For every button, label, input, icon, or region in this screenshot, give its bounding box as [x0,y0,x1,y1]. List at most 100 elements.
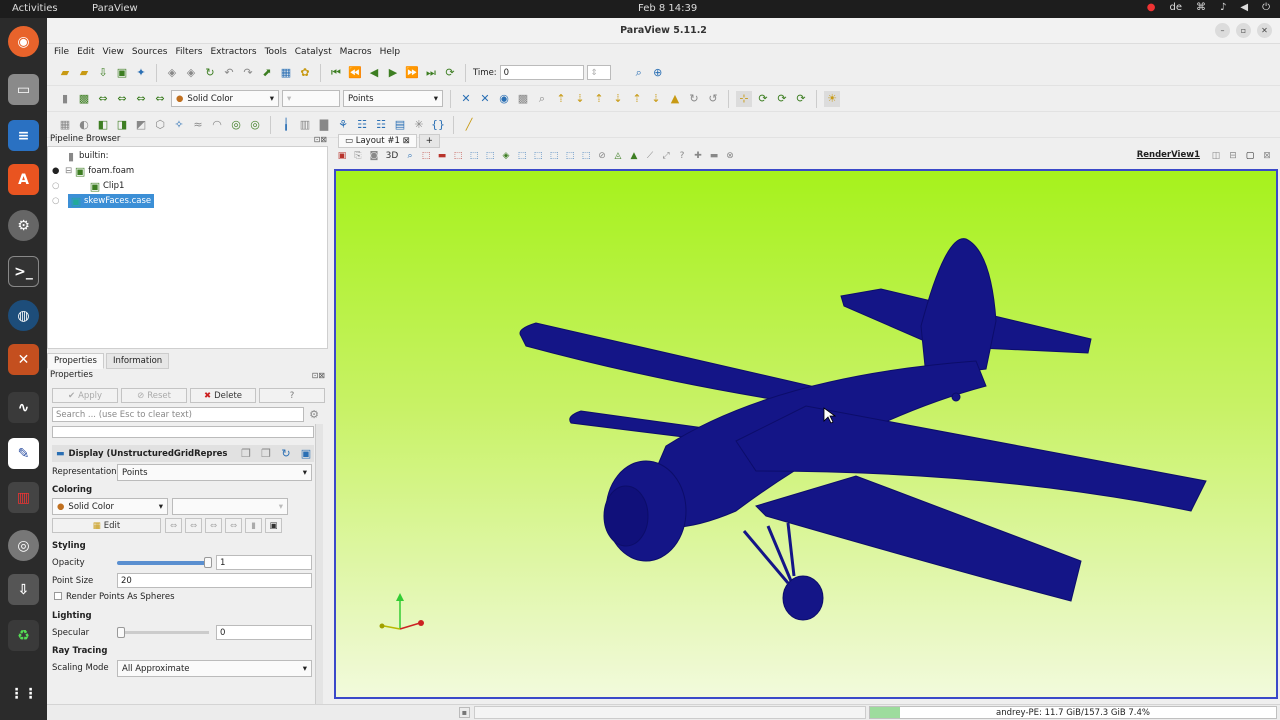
query-icon[interactable]: ⤢ [659,149,673,163]
rescale-icon[interactable]: ⇔ [165,518,182,533]
calculator-icon[interactable]: ▦ [57,117,73,133]
copy-icon[interactable]: ❐ [238,446,254,462]
zoom-data-icon[interactable]: ⊕ [650,65,666,81]
filter-field[interactable] [52,426,314,438]
reset-camera-icon[interactable]: ⇔ [95,91,111,107]
files-icon[interactable]: ▭ [8,74,39,105]
component-dropdown[interactable]: ▾ [172,498,288,515]
pipeline-browser[interactable]: ▮ builtin: ● ⊟ ▣ foam.foam ○ ▣ Clip1 ○ ▣… [47,146,328,349]
select-frustum-icon[interactable]: ⬚ [451,149,465,163]
pipeline-item-foam[interactable]: ● ⊟ ▣ foam.foam [52,164,134,178]
eye-icon[interactable]: ● [52,166,62,176]
maximize-icon[interactable]: ▫ [1236,23,1251,38]
plus-z-icon[interactable]: ⇡ [629,91,645,107]
play-icon[interactable]: ▶ [385,65,401,81]
select-cmap-icon[interactable]: ▣ [265,518,282,533]
camera-link-icon[interactable]: ⎘ [351,149,365,163]
firefox-icon[interactable]: ◉ [8,26,39,57]
split-v-icon[interactable]: ⊟ [1226,149,1240,163]
network-icon[interactable]: ⌘ [1196,2,1206,13]
output-icon[interactable]: ▪ [459,707,470,718]
component-select[interactable]: ▾ [282,90,340,107]
tab-layout-1[interactable]: ▭ Layout #1 ⊠ [338,134,417,148]
trash-icon[interactable]: ♻ [8,620,39,651]
refresh-icon[interactable]: ↻ [278,446,294,462]
usb-icon[interactable]: ⇩ [8,574,39,605]
triangle-icon[interactable]: ▲ [627,149,641,163]
remove-icon[interactable]: ▬ [707,149,721,163]
edit-colormap-button[interactable]: ▦ Edit [52,518,161,533]
paraview-active-icon[interactable]: ▥ [8,482,39,513]
activities-button[interactable]: Activities [12,3,58,14]
disc-icon[interactable]: ◎ [8,530,39,561]
point-size-input[interactable]: 20 [117,573,312,588]
pipeline-item-builtin[interactable]: ▮ builtin: [66,149,108,163]
glyph-icon[interactable]: ✧ [171,117,187,133]
coloring-dropdown[interactable]: ● Solid Color ▾ [52,498,168,515]
spreadsheet-icon[interactable]: ▤ [392,117,408,133]
maximize-view-icon[interactable]: ▢ [1243,149,1257,163]
volume-icon[interactable]: ◀ [1240,2,1248,13]
save-state-icon[interactable]: ▣ [114,65,130,81]
power-icon[interactable]: ⏻ [1262,2,1270,13]
cam-roll-icon[interactable]: ⟳ [793,91,809,107]
menu-sources[interactable]: Sources [132,47,168,57]
save-icon[interactable]: ▣ [298,446,314,462]
minus-z-icon[interactable]: ⇣ [648,91,664,107]
first-frame-icon[interactable]: ⏮ [328,65,344,81]
play-back-icon[interactable]: ◀ [366,65,382,81]
new-layout-tab[interactable]: + [418,134,440,148]
screenshot-icon[interactable]: ▦ [278,65,294,81]
memory-bar[interactable]: andrey-PE: 11.7 GiB/157.3 GiB 7.4% [869,706,1277,719]
rotate-90-icon[interactable]: ↻ [686,91,702,107]
script-icon[interactable]: {} [430,117,446,133]
props-close-icon[interactable]: ⊡⊠ [312,371,325,380]
select-cells-icon[interactable]: ⬚ [419,149,433,163]
help-button[interactable]: ? [259,388,325,403]
cam-spin-icon[interactable]: ⟳ [774,91,790,107]
slice-icon[interactable]: ◨ [114,117,130,133]
dock-close-icon[interactable]: ⊡⊠ [314,135,327,144]
rescale-range-icon[interactable]: ⇔ [133,91,149,107]
open-icon[interactable]: ▰ [57,65,73,81]
apply-button[interactable]: ✔ Apply [52,388,118,403]
eye-off-icon[interactable]: ○ [52,196,62,206]
contour-icon[interactable]: ◐ [76,117,92,133]
pipeline-item-skewfaces[interactable]: ○ ▣ skewFaces.case [52,194,155,208]
last-frame-icon[interactable]: ⏭ [423,65,439,81]
app-grid-icon[interactable]: ⋮⋮ [8,678,39,709]
clear-icon[interactable]: ⊗ [723,149,737,163]
reset-button[interactable]: ⊘ Reset [121,388,187,403]
probe-icon[interactable]: ⚘ [335,117,351,133]
select-points-icon[interactable]: ▬ [435,149,449,163]
globe-icon[interactable]: ◉ [496,91,512,107]
label-icon[interactable]: ◬ [611,149,625,163]
plot-data-icon[interactable]: ▥ [297,117,313,133]
plus-y-icon[interactable]: ⇡ [591,91,607,107]
redo-icon[interactable]: ↷ [240,65,256,81]
specular-handle[interactable] [117,627,125,638]
rotate-ccw-icon[interactable]: ↺ [705,91,721,107]
minus-y-icon[interactable]: ⇣ [610,91,626,107]
prev-frame-icon[interactable]: ⏪ [347,65,363,81]
collapse-icon[interactable]: ⊟ [65,166,72,176]
menu-macros[interactable]: Macros [340,47,372,57]
extract-icon[interactable]: ⬡ [152,117,168,133]
delete-button[interactable]: ✖ Delete [190,388,256,403]
next-frame-icon[interactable]: ⏩ [404,65,420,81]
globe-app-icon[interactable]: ◍ [8,300,39,331]
zoom-box-icon[interactable]: ▩ [515,91,531,107]
menu-filters[interactable]: Filters [175,47,202,57]
scaling-dropdown[interactable]: All Approximate ▾ [117,660,312,677]
zoom-to-box-icon[interactable]: ⌕ [403,149,417,163]
menu-view[interactable]: View [103,47,124,57]
recent-icon[interactable]: ▰ [76,65,92,81]
capture-icon[interactable]: ▣ [335,149,349,163]
close-icon[interactable]: ✕ [1257,23,1272,38]
scrollbar[interactable] [315,424,323,720]
color-by-select[interactable]: ● Solid Color ▾ [171,90,279,107]
add-icon[interactable]: ✚ [691,149,705,163]
mic-icon[interactable]: ♪ [1220,2,1226,13]
software-icon[interactable]: A [8,164,39,195]
light-icon[interactable]: ☀ [824,90,840,107]
